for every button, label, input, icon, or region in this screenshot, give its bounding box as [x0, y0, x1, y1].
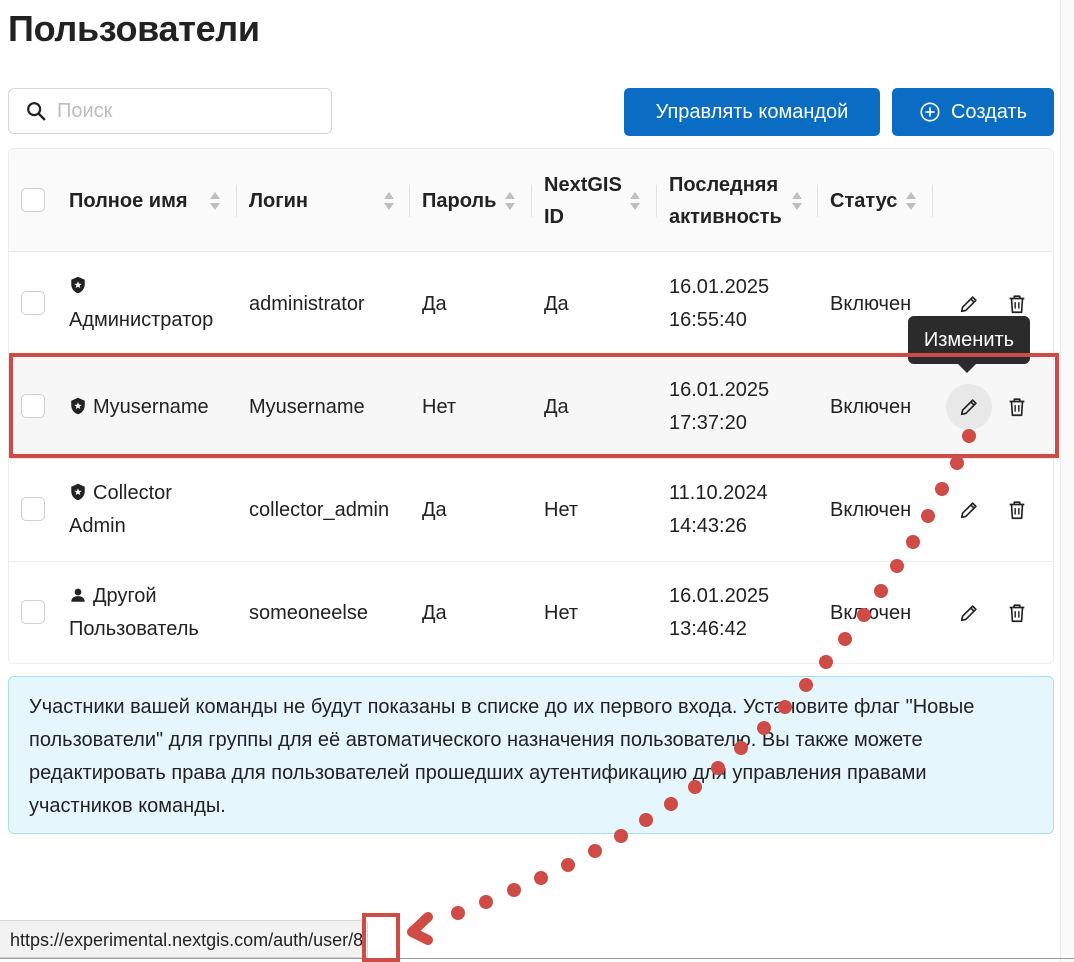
column-divider	[236, 185, 237, 217]
trash-icon[interactable]	[1006, 293, 1028, 315]
create-label: Создать	[950, 100, 1027, 123]
sort-icon[interactable]	[503, 190, 517, 212]
sort-icon[interactable]	[628, 190, 642, 212]
user-fullname-cell: Myusername	[69, 391, 209, 424]
pencil-icon[interactable]	[958, 396, 980, 418]
user-status: Включен	[830, 602, 912, 624]
column-nextgis-line2[interactable]: ID	[544, 201, 564, 233]
user-password: Да	[422, 293, 447, 315]
column-divider	[817, 185, 818, 217]
user-role-icon	[69, 270, 93, 303]
user-nextgis-id: Нет	[544, 602, 579, 624]
user-password: Да	[422, 499, 447, 521]
window-bottom-border	[0, 958, 1074, 959]
user-status: Включен	[830, 293, 912, 315]
row-checkbox[interactable]	[21, 600, 45, 624]
arrow-head	[407, 912, 433, 945]
user-last-activity-date: 16.01.2025	[669, 379, 770, 401]
user-fullname: Администратор	[69, 309, 214, 331]
shield-icon	[71, 276, 85, 294]
sort-icon[interactable]	[382, 190, 396, 212]
window-edge	[1060, 0, 1074, 962]
users-table: Полное имя Логин Пароль NextGIS ID После…	[8, 148, 1054, 664]
pencil-icon[interactable]	[958, 293, 980, 315]
search-icon	[27, 102, 46, 121]
column-status[interactable]: Статус	[830, 185, 897, 217]
user-login: administrator	[249, 293, 365, 315]
user-status: Включен	[830, 396, 912, 418]
manage-team-label: Управлять командой	[655, 100, 849, 123]
user-last-activity-date: 16.01.2025	[669, 585, 770, 607]
column-activity-line2[interactable]: активность	[669, 201, 782, 233]
row-checkbox[interactable]	[21, 394, 45, 418]
trash-icon[interactable]	[1006, 602, 1028, 624]
column-fullname[interactable]: Полное имя	[69, 185, 188, 217]
search-input[interactable]	[55, 98, 319, 124]
pencil-icon[interactable]	[958, 499, 980, 521]
column-divider	[409, 185, 410, 217]
sort-icon[interactable]	[904, 190, 918, 212]
column-password[interactable]: Пароль	[422, 185, 496, 217]
manage-team-button[interactable]: Управлять командой	[624, 88, 880, 136]
pencil-icon[interactable]	[958, 602, 980, 624]
table-header: Полное имя Логин Пароль NextGIS ID После…	[9, 149, 1053, 252]
column-divider	[932, 185, 933, 217]
edit-tooltip: Изменить	[908, 316, 1030, 364]
status-bar-url: https://experimental.nextgis.com/auth/us…	[0, 920, 369, 958]
user-icon	[71, 588, 85, 602]
user-last-activity-time: 13:46:42	[669, 618, 747, 640]
create-button[interactable]: Создать	[892, 88, 1054, 136]
user-fullname-line1: Collector	[93, 482, 172, 504]
info-alert-text: Участники вашей команды не будут показан…	[29, 696, 975, 817]
table-row[interactable]: Администратор administrator Да Да 16.01.…	[9, 252, 1053, 356]
column-nextgis-line1[interactable]: NextGIS	[544, 169, 622, 201]
user-password: Да	[422, 602, 447, 624]
user-last-activity-date: 16.01.2025	[669, 276, 770, 298]
user-nextgis-id: Да	[544, 396, 569, 418]
user-login: collector_admin	[249, 499, 390, 521]
user-last-activity-time: 17:37:20	[669, 412, 747, 434]
trash-icon[interactable]	[1006, 499, 1028, 521]
table-row[interactable]: Collector Admin collector_admin Да Нет 1…	[9, 458, 1053, 562]
sort-icon[interactable]	[208, 190, 222, 212]
column-divider	[531, 185, 532, 217]
info-alert: Участники вашей команды не будут показан…	[8, 676, 1054, 834]
table-row[interactable]: Myusername Myusername Нет Да 16.01.2025 …	[9, 355, 1053, 459]
column-login[interactable]: Логин	[249, 185, 308, 217]
user-nextgis-id: Нет	[544, 499, 579, 521]
user-status: Включен	[830, 499, 912, 521]
tooltip-arrow	[958, 364, 976, 373]
page-title: Пользователи	[8, 8, 260, 49]
shield-icon	[71, 483, 85, 501]
user-fullname-line2: Admin	[69, 515, 126, 537]
table-row[interactable]: Другой Пользователь someoneelse Да Нет 1…	[9, 561, 1053, 664]
user-fullname: Myusername	[93, 396, 209, 418]
user-last-activity-date: 11.10.2024	[669, 482, 768, 504]
user-last-activity-time: 14:43:26	[669, 515, 747, 537]
user-fullname-line2: Пользователь	[69, 618, 199, 640]
user-fullname-cell: Другой	[69, 580, 157, 613]
search-box[interactable]	[8, 88, 332, 134]
plus-circle-icon	[920, 102, 940, 122]
user-nextgis-id: Да	[544, 293, 569, 315]
row-checkbox[interactable]	[21, 291, 45, 315]
user-fullname-cell: Collector	[69, 477, 172, 510]
user-login: someoneelse	[249, 602, 368, 624]
user-password: Нет	[422, 396, 457, 418]
shield-icon	[71, 397, 85, 415]
column-divider	[656, 185, 657, 217]
user-last-activity-time: 16:55:40	[669, 309, 747, 331]
row-checkbox[interactable]	[21, 497, 45, 521]
trash-icon[interactable]	[1006, 396, 1028, 418]
column-activity-line1[interactable]: Последняя	[669, 169, 778, 201]
sort-icon[interactable]	[790, 190, 804, 212]
user-login: Myusername	[249, 396, 365, 418]
select-all-checkbox[interactable]	[21, 188, 45, 212]
user-fullname-line1: Другой	[93, 585, 157, 607]
